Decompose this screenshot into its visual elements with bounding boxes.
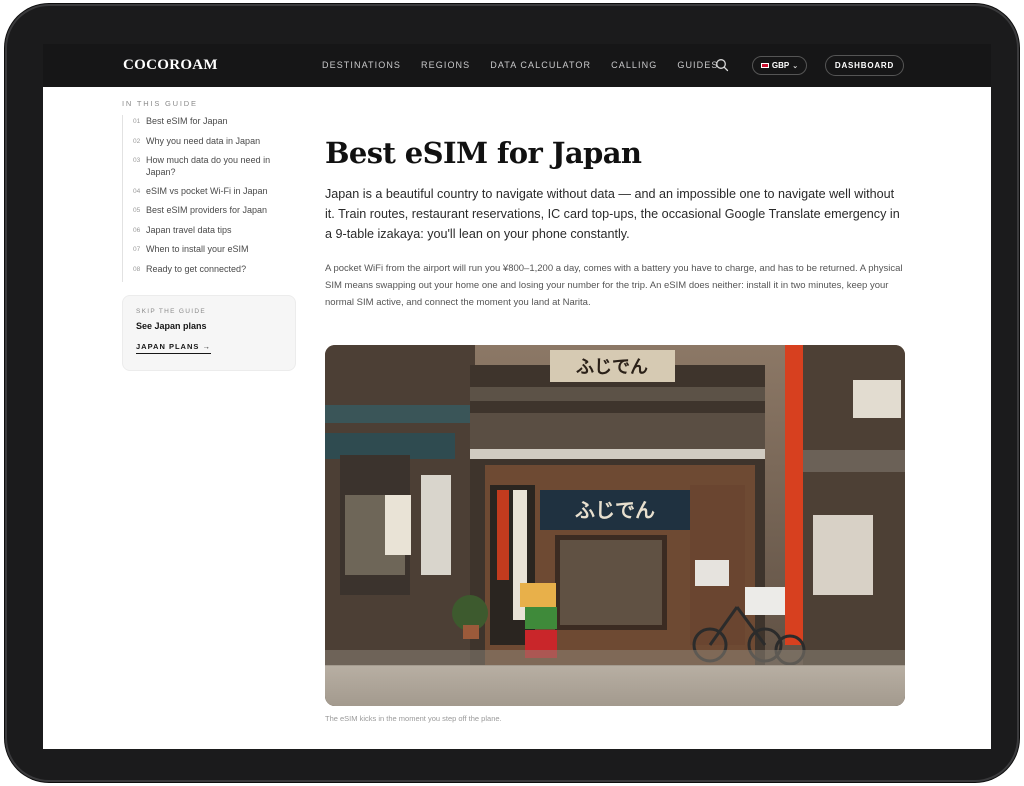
toc-label: How much data do you need in Japan? bbox=[146, 155, 271, 177]
shop-curtain-sign-text: ふじでん bbox=[575, 498, 655, 522]
search-icon[interactable] bbox=[715, 58, 729, 72]
toc-item[interactable]: 06 Japan travel data tips bbox=[133, 224, 282, 237]
toc-label: Why you need data in Japan bbox=[146, 135, 261, 146]
shop-top-sign-text: ふじでん bbox=[576, 357, 648, 378]
nav-data-calculator[interactable]: DATA CALCULATOR bbox=[490, 60, 591, 70]
toc-number: 04 bbox=[133, 187, 141, 195]
toc-item[interactable]: 08 Ready to get connected? bbox=[133, 263, 282, 276]
toc-number: 05 bbox=[133, 207, 141, 214]
main-nav: DESTINATIONS REGIONS DATA CALCULATOR CAL… bbox=[322, 60, 738, 70]
toc-number: 08 bbox=[133, 265, 141, 273]
nav-guides[interactable]: GUIDES bbox=[677, 60, 718, 70]
toc-number: 03 bbox=[133, 157, 141, 164]
toc-item[interactable]: 05 Best eSIM providers for Japan bbox=[133, 204, 282, 217]
storefront-illustration: ふじでん ふじでん bbox=[325, 345, 905, 706]
toc-label: Best eSIM providers for Japan bbox=[146, 205, 268, 215]
toc-number: 06 bbox=[133, 226, 141, 234]
nav-regions[interactable]: REGIONS bbox=[421, 60, 470, 70]
tablet-frame: COCOROAM DESTINATIONS REGIONS DATA CALCU… bbox=[5, 4, 1019, 782]
toc-heading: IN THIS GUIDE bbox=[122, 99, 198, 108]
toc-item[interactable]: 03 How much data do you need in Japan? bbox=[133, 154, 282, 178]
site-logo[interactable]: COCOROAM bbox=[123, 57, 218, 74]
toc-label: eSIM vs pocket Wi-Fi in Japan bbox=[146, 185, 268, 196]
chevron-down-icon: ⌄ bbox=[792, 62, 799, 70]
photo-caption: The eSIM kicks in the moment you step of… bbox=[325, 714, 502, 723]
toc-number: 02 bbox=[133, 137, 141, 145]
toc-number: 07 bbox=[133, 246, 141, 253]
skip-eyebrow: SKIP THE GUIDE bbox=[136, 308, 206, 315]
nav-calling[interactable]: CALLING bbox=[611, 60, 657, 70]
toc-label: When to install your eSIM bbox=[146, 244, 249, 254]
toc-item[interactable]: 04 eSIM vs pocket Wi-Fi in Japan bbox=[133, 185, 282, 198]
top-navbar: COCOROAM DESTINATIONS REGIONS DATA CALCU… bbox=[43, 44, 991, 87]
toc-item[interactable]: 07 When to install your eSIM bbox=[133, 243, 282, 256]
page-title: Best eSIM for Japan bbox=[325, 136, 642, 170]
currency-selector[interactable]: GBP ⌄ bbox=[752, 56, 807, 75]
toc-number: 01 bbox=[133, 118, 141, 125]
japan-plans-link[interactable]: JAPAN PLANS → bbox=[136, 342, 211, 354]
skip-guide-card: SKIP THE GUIDE See Japan plans JAPAN PLA… bbox=[122, 295, 296, 371]
toc-label: Ready to get connected? bbox=[146, 263, 247, 274]
browser-viewport: COCOROAM DESTINATIONS REGIONS DATA CALCU… bbox=[43, 44, 991, 749]
hero-photo: ふじでん ふじでん bbox=[325, 345, 905, 706]
toc-label: Best eSIM for Japan bbox=[146, 116, 228, 126]
skip-title: See Japan plans bbox=[136, 321, 207, 331]
uk-flag-icon bbox=[760, 63, 769, 68]
article-body: A pocket WiFi from the airport will run … bbox=[325, 263, 903, 308]
table-of-contents: 01 Best eSIM for Japan 02 Why you need dat… bbox=[122, 115, 282, 282]
nav-destinations[interactable]: DESTINATIONS bbox=[322, 60, 401, 70]
article-lede: Japan is a beautiful country to navigate… bbox=[325, 187, 900, 241]
dashboard-button[interactable]: DASHBOARD bbox=[825, 55, 904, 76]
toc-item[interactable]: 01 Best eSIM for Japan bbox=[133, 115, 282, 128]
toc-label: Japan travel data tips bbox=[146, 224, 232, 235]
currency-label: GBP bbox=[771, 61, 790, 70]
toc-item[interactable]: 02 Why you need data in Japan bbox=[133, 135, 282, 148]
